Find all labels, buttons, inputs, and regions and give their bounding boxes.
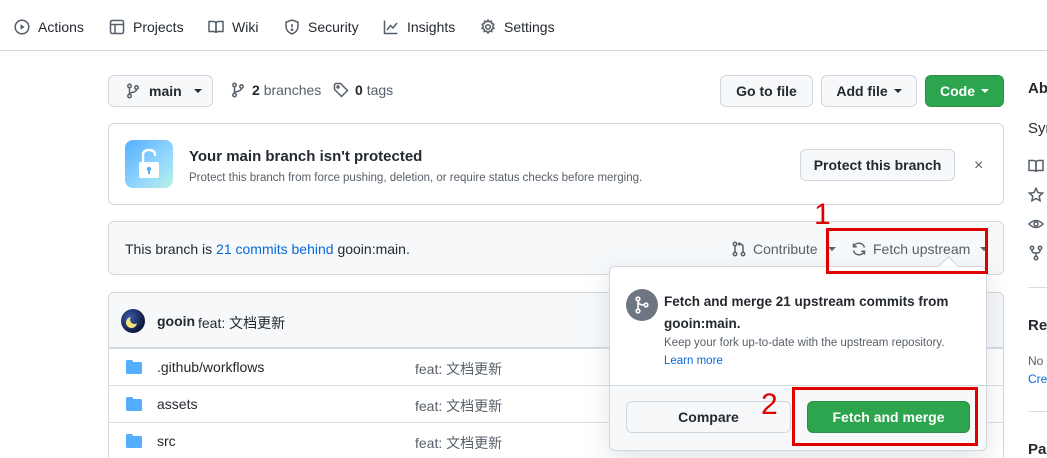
table-icon [109, 19, 125, 35]
code-button[interactable]: Code [925, 75, 1004, 107]
annotation-number-2: 2 [761, 388, 778, 421]
contribute-label: Contribute [753, 241, 818, 257]
branch-protection-banner: Your main branch isn't protected Protect… [108, 123, 1004, 205]
pull-request-icon [732, 241, 746, 257]
branches-label: branches [263, 82, 322, 98]
branch-icon [232, 82, 244, 98]
about-description: Syn [1028, 120, 1047, 137]
file-commit-message[interactable]: feat: 文档更新 [415, 433, 502, 453]
commit-message[interactable]: feat: 文档更新 [198, 313, 285, 333]
chevron-down-icon [893, 89, 902, 93]
chevron-down-icon [981, 89, 989, 93]
folder-icon [126, 434, 142, 448]
no-releases-text: No [1028, 354, 1044, 368]
file-name[interactable]: src [157, 433, 176, 449]
nav-item-insights[interactable]: Insights [383, 16, 455, 38]
nav-item-settings[interactable]: Settings [480, 16, 555, 38]
popover-description: Keep your fork up-to-date with the upstr… [664, 337, 945, 349]
file-name[interactable]: assets [157, 396, 197, 412]
releases-heading[interactable]: Rel [1028, 317, 1047, 334]
git-merge-icon [626, 289, 658, 321]
tags-link[interactable]: 0 tags [333, 82, 393, 98]
protect-branch-button[interactable]: Protect this branch [800, 149, 955, 181]
nav-label: Settings [504, 19, 555, 35]
go-to-file-button[interactable]: Go to file [720, 75, 813, 107]
banner-description: Protect this branch from force pushing, … [189, 172, 643, 184]
shield-icon [285, 19, 299, 35]
branch-name: main [149, 83, 182, 99]
add-file-button[interactable]: Add file [821, 75, 917, 107]
code-label: Code [940, 83, 975, 99]
compare-label: Compare [678, 409, 739, 425]
folder-icon [126, 360, 142, 374]
nav-item-projects[interactable]: Projects [109, 16, 184, 38]
eye-icon [1028, 219, 1044, 229]
nav-label: Actions [38, 19, 84, 35]
branch-select-button[interactable]: main [108, 75, 213, 107]
branch-icon [127, 83, 139, 99]
nav-item-security[interactable]: Security [284, 16, 359, 38]
branches-link[interactable]: 2 branches [230, 82, 321, 98]
about-heading: Ab [1028, 80, 1047, 97]
tags-label: tags [366, 82, 394, 98]
graph-icon [383, 20, 398, 35]
learn-more-link[interactable]: Learn more [664, 355, 723, 367]
gear-icon [480, 19, 496, 35]
avatar[interactable] [121, 309, 145, 333]
unlock-icon [125, 140, 173, 188]
sidebar-divider [1028, 411, 1047, 412]
book-icon [208, 20, 224, 34]
go-to-file-label: Go to file [736, 83, 797, 99]
banner-title: Your main branch isn't protected [189, 148, 423, 165]
nav-item-wiki[interactable]: Wiki [208, 16, 258, 38]
upstream-ref: gooin:main. [337, 241, 410, 257]
contribute-button[interactable]: Contribute [731, 241, 836, 257]
branches-count: 2 [252, 82, 260, 98]
nav-label: Projects [133, 19, 184, 35]
status-prefix: This branch is [125, 241, 213, 257]
popover-title: Fetch and merge 21 upstream commits from… [664, 294, 949, 331]
folder-icon [126, 397, 142, 411]
star-icon [1028, 187, 1044, 203]
fork-status-text: This branch is 21 commits behind gooin:m… [125, 241, 410, 257]
packages-heading[interactable]: Pac [1028, 441, 1047, 458]
nav-label: Security [308, 19, 359, 35]
annotation-box-2 [792, 387, 978, 446]
close-icon[interactable]: × [974, 157, 983, 175]
book-icon [1028, 159, 1044, 173]
fork-icon [1029, 245, 1043, 261]
protect-branch-label: Protect this branch [813, 157, 942, 173]
annotation-box-1 [826, 228, 988, 274]
tags-count: 0 [355, 82, 363, 98]
nav-label: Wiki [232, 19, 259, 35]
repo-nav: Actions Projects Wiki Security Insights … [0, 0, 1047, 51]
create-release-link[interactable]: Crea [1028, 372, 1047, 386]
file-name[interactable]: .github/workflows [157, 359, 264, 375]
annotation-number-1: 1 [814, 198, 831, 231]
commits-behind-link[interactable]: 21 commits behind [216, 241, 334, 257]
nav-label: Insights [407, 19, 456, 35]
file-commit-message[interactable]: feat: 文档更新 [415, 359, 502, 379]
chevron-down-icon [193, 89, 202, 93]
sidebar-divider [1028, 287, 1047, 288]
file-commit-message[interactable]: feat: 文档更新 [415, 396, 502, 416]
commit-author[interactable]: gooin [157, 313, 195, 329]
play-circle-icon [14, 19, 30, 35]
tag-icon [333, 82, 349, 98]
add-file-label: Add file [836, 83, 888, 99]
nav-item-actions[interactable]: Actions [14, 16, 84, 38]
